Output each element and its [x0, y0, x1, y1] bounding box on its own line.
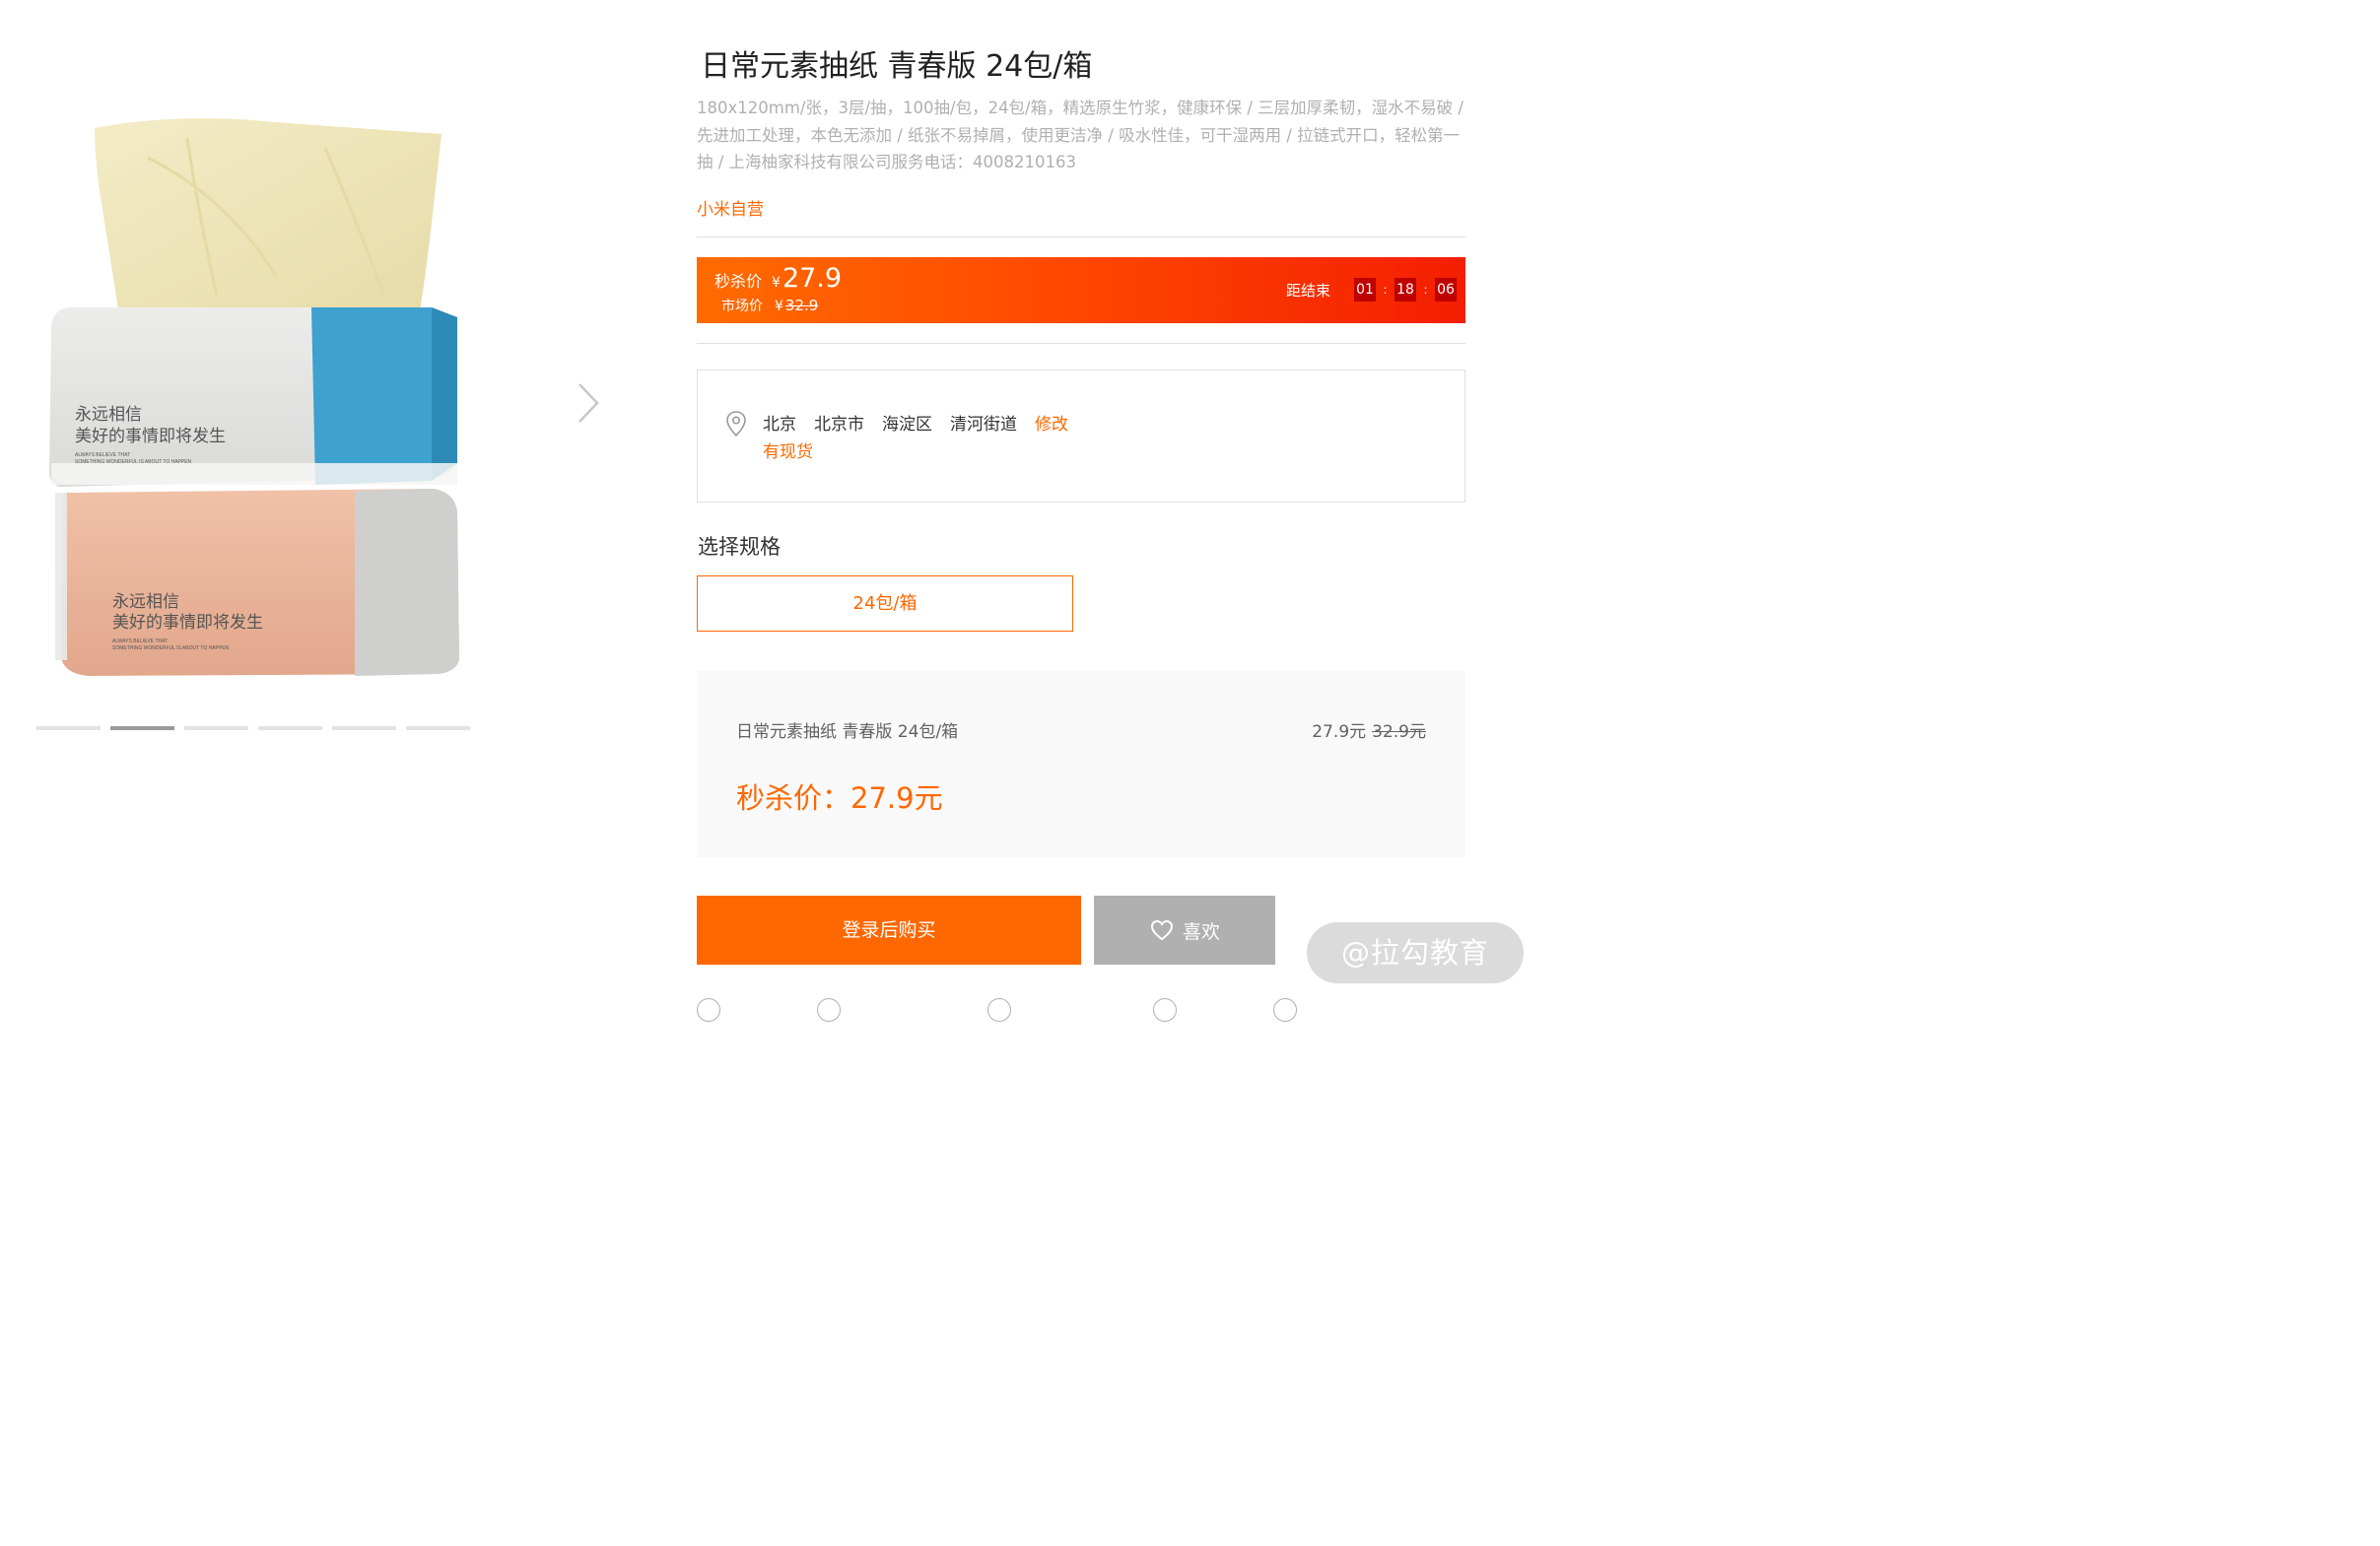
service-check-icon — [1153, 998, 1177, 1022]
service-check-icon — [817, 998, 841, 1022]
currency-symbol: ¥ — [772, 275, 781, 291]
spec-section-title: 选择规格 — [698, 535, 781, 559]
gallery-dot[interactable] — [406, 726, 470, 730]
market-price-label: 市场价 — [721, 299, 763, 314]
login-to-buy-button[interactable]: 登录后购买 — [697, 896, 1081, 965]
countdown-separator: : — [1423, 283, 1428, 297]
countdown-minutes: 18 — [1394, 278, 1416, 302]
gallery-dot[interactable] — [36, 726, 101, 730]
svg-text:永远相信: 永远相信 — [75, 405, 142, 424]
summary-price: 27.9元 32.9元 — [1312, 717, 1426, 742]
svg-text:ALWAYS BELIEVE THAT: ALWAYS BELIEVE THAT — [75, 452, 130, 458]
countdown-seconds: 06 — [1435, 278, 1457, 302]
market-price: 32.9 — [784, 297, 819, 314]
gallery-dot[interactable] — [258, 726, 322, 730]
svg-text:SOMETHING WONDERFUL IS ABOUT T: SOMETHING WONDERFUL IS ABOUT TO HAPPEN — [75, 459, 192, 465]
divider — [697, 236, 1465, 237]
service-check-icon — [697, 998, 720, 1022]
address-province: 北京 — [763, 415, 796, 435]
product-description: 180x120mm/张，3层/抽，100抽/包，24包/箱，精选原生竹浆，健康环… — [697, 99, 1463, 171]
currency-symbol: ¥ — [775, 299, 783, 314]
svg-text:SOMETHING WONDERFUL IS ABOUT T: SOMETHING WONDERFUL IS ABOUT TO HAPPEN — [112, 645, 230, 651]
spec-option-selected[interactable]: 24包/箱 — [697, 575, 1073, 632]
svg-text:永远相信: 永远相信 — [112, 592, 179, 611]
service-badges-row — [697, 995, 1465, 1022]
heart-icon — [1150, 919, 1173, 941]
product-gallery: 永远相信 美好的事情即将发生 ALWAYS BELIEVE THAT SOMET… — [0, 0, 631, 769]
stock-status: 有现货 — [763, 442, 813, 462]
gallery-dot[interactable] — [332, 726, 396, 730]
edit-address-link[interactable]: 修改 — [1035, 410, 1068, 435]
countdown-label: 距结束 — [1285, 281, 1330, 300]
flash-sale-price: 27.9 — [782, 263, 843, 294]
like-button[interactable]: 喜欢 — [1094, 896, 1275, 965]
location-pin-icon — [726, 411, 746, 437]
address-city: 北京市 — [814, 415, 864, 435]
summary-product-name: 日常元素抽纸 青春版 24包/箱 — [736, 722, 959, 742]
flash-sale-bar: 秒杀价 ¥ 27.9 市场价 ¥ 32.9 距结束 01 : 18 : 06 — [697, 257, 1465, 323]
countdown-timer: 距结束 01 : 18 : 06 — [1286, 278, 1465, 302]
like-button-label: 喜欢 — [1182, 920, 1220, 943]
svg-text:美好的事情即将发生: 美好的事情即将发生 — [112, 613, 263, 632]
chevron-right-icon[interactable] — [570, 376, 609, 430]
summary-original-price: 32.9元 — [1372, 722, 1426, 742]
delivery-address-box: 北京 北京市 海淀区 清河街道 修改 有现货 — [697, 370, 1465, 503]
summary-total: 秒杀价：27.9元 — [736, 781, 943, 815]
product-image: 永远相信 美好的事情即将发生 ALWAYS BELIEVE THAT SOMET… — [49, 118, 459, 676]
flash-sale-label: 秒杀价 — [714, 272, 763, 291]
seller-badge: 小米自营 — [697, 200, 764, 220]
order-summary: 日常元素抽纸 青春版 24包/箱 27.9元 32.9元 秒杀价：27.9元 — [697, 671, 1465, 857]
product-title: 日常元素抽纸 青春版 24包/箱 — [701, 49, 1093, 84]
summary-current-price: 27.9元 — [1312, 722, 1367, 742]
svg-text:ALWAYS BELIEVE THAT: ALWAYS BELIEVE THAT — [112, 639, 168, 644]
svg-text:美好的事情即将发生: 美好的事情即将发生 — [75, 427, 226, 445]
gallery-dot[interactable] — [184, 726, 248, 730]
countdown-separator: : — [1383, 283, 1388, 297]
service-check-icon — [1273, 998, 1297, 1022]
service-check-icon — [987, 998, 1011, 1022]
gallery-dot-active[interactable] — [110, 726, 174, 730]
watermark: @拉勾教育 — [1307, 922, 1524, 983]
address-district: 海淀区 — [882, 415, 932, 435]
divider — [697, 343, 1465, 344]
gallery-pagination — [36, 726, 470, 730]
countdown-hours: 01 — [1354, 278, 1376, 302]
address-street: 清河街道 — [950, 415, 1017, 435]
